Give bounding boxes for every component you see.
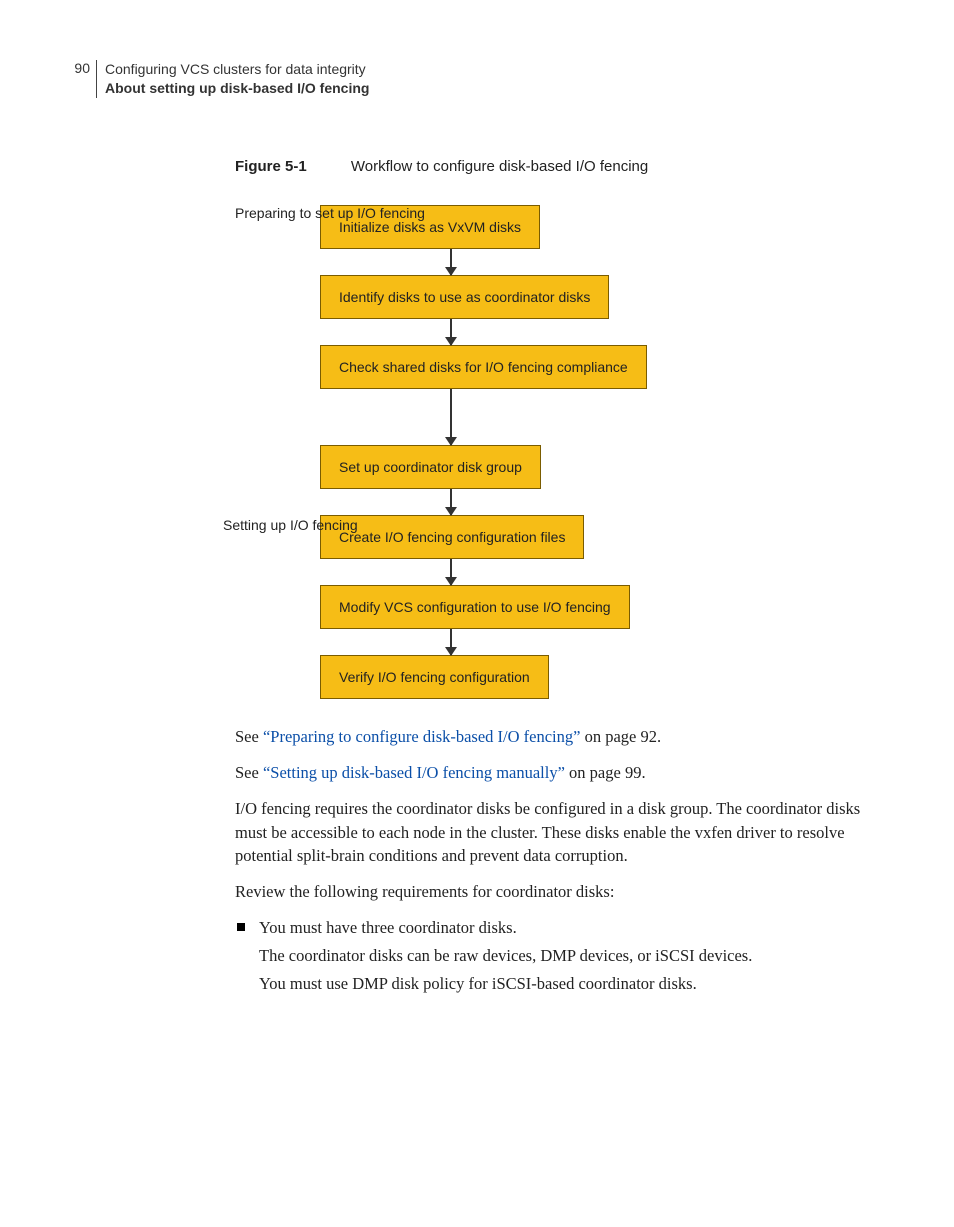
step-check-shared: Check shared disks for I/O fencing compl… <box>320 345 647 389</box>
requirements-list: You must have three coordinator disks. T… <box>235 916 864 996</box>
see1-post: on page 92. <box>580 727 661 746</box>
workflow-boxes: Initialize disks as VxVM disks Identify … <box>320 205 864 699</box>
step-modify-vcs: Modify VCS configuration to use I/O fenc… <box>320 585 630 629</box>
see-link-1: See “Preparing to configure disk-based I… <box>235 725 864 749</box>
arrow-icon <box>450 249 452 275</box>
see2-post: on page 99. <box>565 763 646 782</box>
see1-pre: See <box>235 727 263 746</box>
see2-pre: See <box>235 763 263 782</box>
workflow-diagram: Preparing to set up I/O fencing Setting … <box>235 205 864 699</box>
see-link-2: See “Setting up disk-based I/O fencing m… <box>235 761 864 785</box>
bullet-line: You must use DMP disk policy for iSCSI-b… <box>259 972 864 996</box>
step-verify: Verify I/O fencing configuration <box>320 655 549 699</box>
step-setup-dg: Set up coordinator disk group <box>320 445 541 489</box>
arrow-icon <box>450 629 452 655</box>
bullet-line: The coordinator disks can be raw devices… <box>259 944 864 968</box>
header-divider <box>96 60 97 98</box>
link-setting-up[interactable]: “Setting up disk-based I/O fencing manua… <box>263 763 565 782</box>
group-label-setting-up: Setting up I/O fencing <box>223 517 358 533</box>
link-preparing[interactable]: “Preparing to configure disk-based I/O f… <box>263 727 581 746</box>
header-titles: Configuring VCS clusters for data integr… <box>105 60 369 98</box>
header-chapter: Configuring VCS clusters for data integr… <box>105 60 369 79</box>
paragraph-requirements-intro: I/O fencing requires the coordinator dis… <box>235 797 864 869</box>
figure-title: Workflow to configure disk-based I/O fen… <box>351 158 648 175</box>
paragraph-review: Review the following requirements for co… <box>235 880 864 904</box>
arrow-icon <box>450 319 452 345</box>
arrow-icon <box>450 389 452 445</box>
page-container: 90 Configuring VCS clusters for data int… <box>0 0 954 1040</box>
list-item: You must have three coordinator disks. T… <box>235 916 864 996</box>
group-label-preparing: Preparing to set up I/O fencing <box>235 205 425 221</box>
header-section: About setting up disk-based I/O fencing <box>105 79 369 98</box>
bullet-line: You must have three coordinator disks. <box>259 918 517 937</box>
page-number: 90 <box>70 60 96 76</box>
step-create-config: Create I/O fencing configuration files <box>320 515 584 559</box>
figure-number: Figure 5-1 <box>235 158 307 175</box>
figure-caption: Figure 5-1 Workflow to configure disk-ba… <box>235 158 864 175</box>
arrow-icon <box>450 559 452 585</box>
page-header: 90 Configuring VCS clusters for data int… <box>70 60 864 98</box>
body-text: See “Preparing to configure disk-based I… <box>235 725 864 996</box>
content-area: Figure 5-1 Workflow to configure disk-ba… <box>235 158 864 996</box>
arrow-icon <box>450 489 452 515</box>
step-identify-coordinator: Identify disks to use as coordinator dis… <box>320 275 609 319</box>
